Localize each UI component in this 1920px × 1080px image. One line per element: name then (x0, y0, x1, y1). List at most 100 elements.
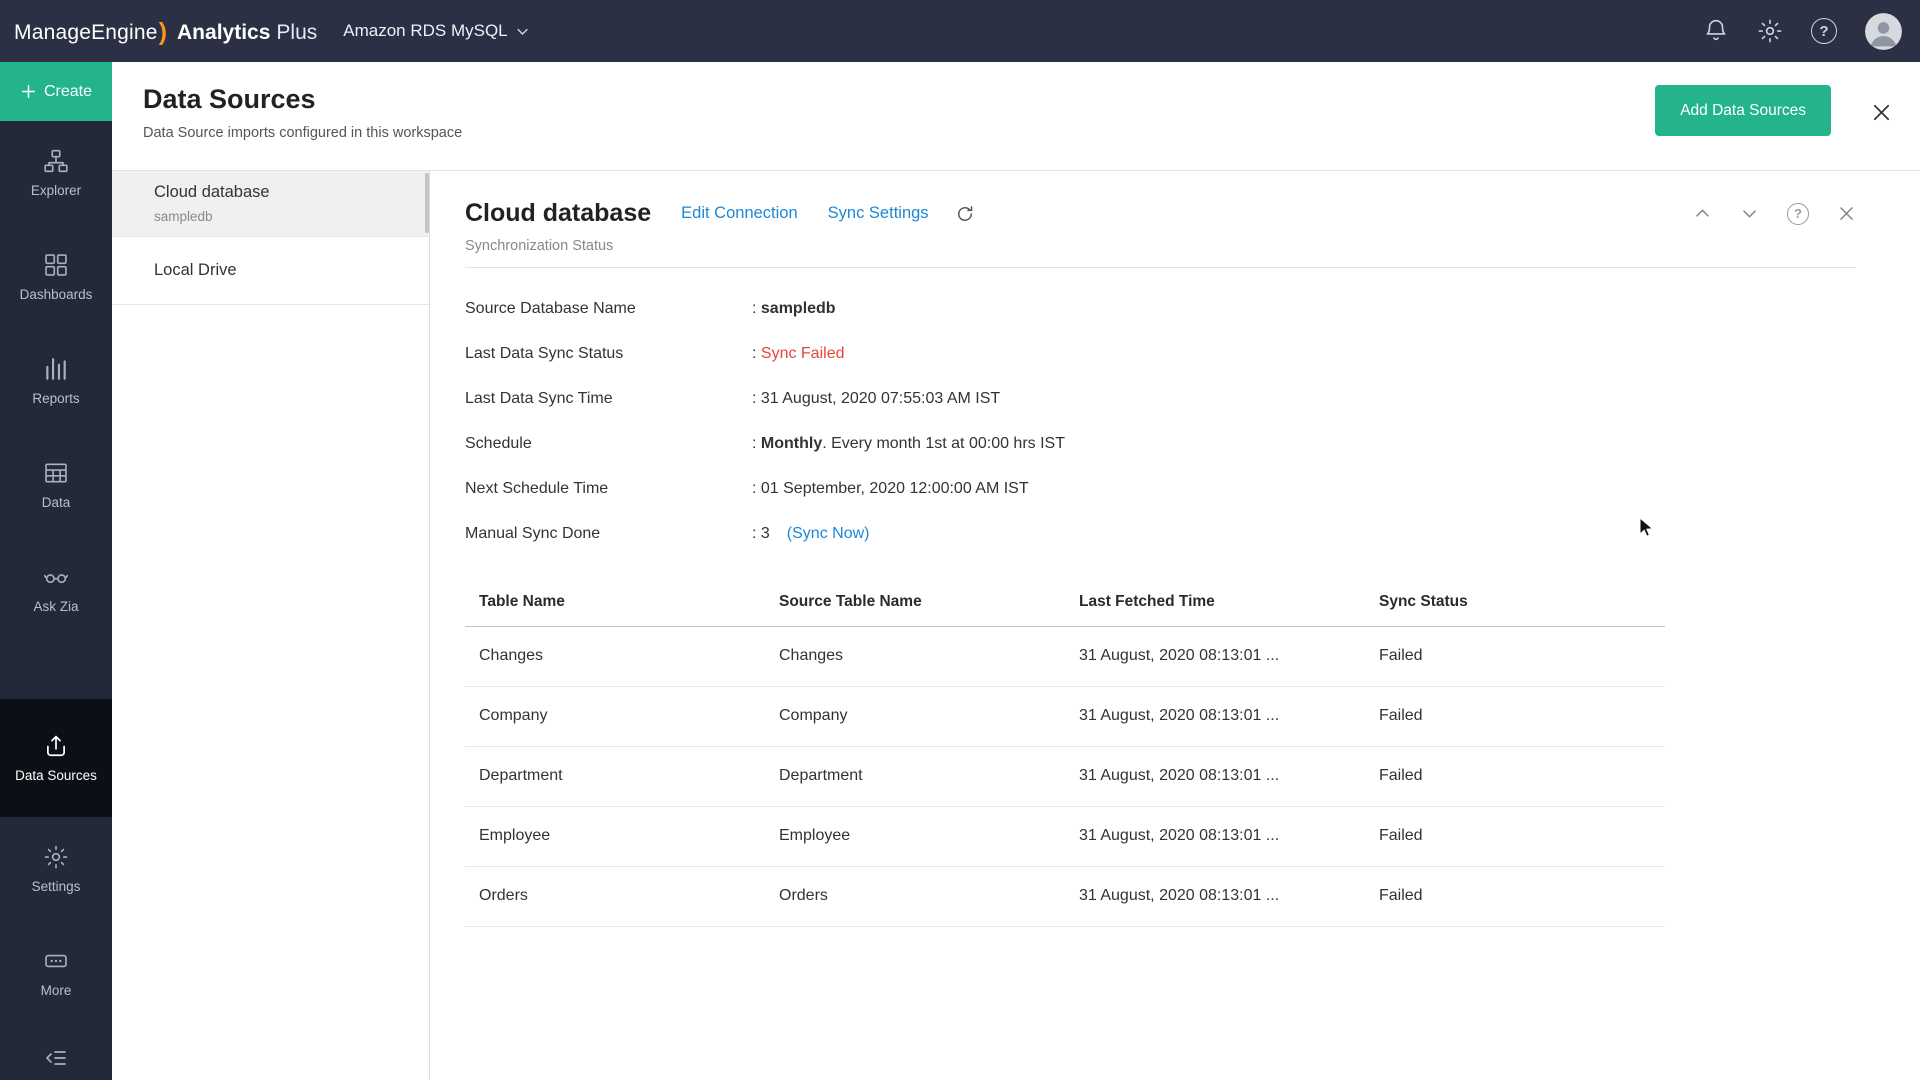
field-value: . Every month 1st at 00:00 hrs IST (822, 435, 1065, 453)
source-list-item-cloud-database[interactable]: Cloud database sampledb (112, 171, 429, 237)
cell-last-fetched-time: 31 August, 2020 08:13:01 ... (1065, 686, 1365, 746)
detail-header: Cloud database Edit Connection Sync Sett… (431, 171, 1920, 228)
cell-sync-status: Failed (1365, 746, 1665, 806)
table-row[interactable]: Department Department 31 August, 2020 08… (465, 746, 1665, 806)
source-item-title: Cloud database (154, 183, 429, 202)
brand-logo[interactable]: ManageEngine ) Analytics Plus (14, 17, 317, 46)
sidebar-item-label: Data Sources (15, 768, 97, 783)
source-item-title: Local Drive (154, 261, 429, 280)
sidebar-item-data[interactable]: Data (0, 433, 112, 537)
field-value: sampledb (761, 300, 836, 318)
detail-header-actions (1693, 203, 1856, 225)
main-panel: Data Sources Data Source imports configu… (112, 62, 1920, 1080)
explorer-icon (43, 148, 69, 174)
field-value: 01 September, 2020 12:00:00 AM IST (761, 480, 1029, 498)
refresh-icon[interactable] (955, 204, 975, 224)
data-table-icon (43, 460, 69, 486)
divider (465, 267, 1856, 268)
brand-product: Analytics (177, 21, 270, 45)
page-title: Data Sources (143, 84, 316, 115)
workspace-selector[interactable]: Amazon RDS MySQL (343, 21, 529, 41)
detail-title: Cloud database (465, 199, 651, 228)
field-manual-sync-done: Manual Sync Done 3 (Sync Now) (465, 511, 1920, 556)
chevron-down-icon[interactable] (1740, 204, 1759, 223)
table-row[interactable]: Changes Changes 31 August, 2020 08:13:01… (465, 626, 1665, 686)
settings-gear-icon[interactable] (1757, 18, 1783, 44)
cell-sync-status: Failed (1365, 626, 1665, 686)
source-item-subtitle: sampledb (154, 209, 429, 224)
topbar: ManageEngine ) Analytics Plus Amazon RDS… (0, 0, 1920, 62)
cell-last-fetched-time: 31 August, 2020 08:13:01 ... (1065, 626, 1365, 686)
data-sources-content: Cloud database sampledb Local Drive Clou… (112, 171, 1920, 1080)
chevron-up-icon[interactable] (1693, 204, 1712, 223)
cell-sync-status: Failed (1365, 866, 1665, 926)
brand-company: ManageEngine (14, 21, 158, 45)
notifications-bell-icon[interactable] (1703, 18, 1729, 44)
field-next-schedule-time: Next Schedule Time 01 September, 2020 12… (465, 466, 1920, 511)
field-label: Schedule (465, 435, 752, 453)
sync-status-fields: Source Database Name sampledb Last Data … (465, 286, 1920, 556)
status-badge: Sync Failed (761, 345, 845, 363)
help-icon[interactable] (1811, 18, 1837, 44)
sidebar-item-explorer[interactable]: Explorer (0, 121, 112, 225)
sidebar-item-data-sources[interactable]: Data Sources (0, 699, 112, 817)
workspace-selector-label: Amazon RDS MySQL (343, 21, 507, 41)
field-label: Last Data Sync Time (465, 390, 752, 408)
help-icon[interactable] (1787, 203, 1809, 225)
table-header-row: Table Name Source Table Name Last Fetche… (465, 578, 1665, 626)
field-value: 3 (761, 525, 770, 543)
brand-product-suffix: Plus (276, 21, 317, 45)
sidebar-item-reports[interactable]: Reports (0, 329, 112, 433)
sidebar-item-ask-zia[interactable]: Ask Zia (0, 537, 112, 641)
sidebar-item-label: Explorer (31, 183, 81, 198)
cell-table-name: Orders (465, 866, 765, 926)
source-list-item-local-drive[interactable]: Local Drive (112, 237, 429, 305)
data-sources-upload-icon (43, 733, 69, 759)
plus-icon (20, 83, 37, 100)
create-button[interactable]: Create (0, 62, 112, 121)
scrollbar-thumb[interactable] (425, 173, 429, 233)
sidebar-item-dashboards[interactable]: Dashboards (0, 225, 112, 329)
cell-last-fetched-time: 31 August, 2020 08:13:01 ... (1065, 806, 1365, 866)
field-value-bold: Monthly (761, 435, 822, 453)
dashboards-icon (43, 252, 69, 278)
sidebar-collapse-icon[interactable] (44, 1046, 68, 1070)
user-avatar[interactable] (1865, 13, 1902, 50)
cell-source-table-name: Department (765, 746, 1065, 806)
close-icon[interactable] (1870, 101, 1893, 124)
field-label: Source Database Name (465, 300, 752, 318)
app-root: { "topbar": { "brand": { "company": "Man… (0, 0, 1920, 1080)
cell-sync-status: Failed (1365, 806, 1665, 866)
edit-connection-link[interactable]: Edit Connection (681, 204, 798, 223)
close-icon[interactable] (1837, 204, 1856, 223)
column-header-source-table-name[interactable]: Source Table Name (765, 578, 1065, 626)
field-label: Last Data Sync Status (465, 345, 752, 363)
field-label: Manual Sync Done (465, 525, 752, 543)
source-list: Cloud database sampledb Local Drive (112, 171, 430, 1080)
add-data-sources-button[interactable]: Add Data Sources (1655, 85, 1831, 136)
cell-sync-status: Failed (1365, 686, 1665, 746)
table-row[interactable]: Orders Orders 31 August, 2020 08:13:01 .… (465, 866, 1665, 926)
chevron-down-icon (515, 24, 530, 39)
sidebar-item-label: Data (42, 495, 71, 510)
cell-last-fetched-time: 31 August, 2020 08:13:01 ... (1065, 866, 1365, 926)
column-header-sync-status[interactable]: Sync Status (1365, 578, 1665, 626)
sidebar-item-label: Dashboards (20, 287, 93, 302)
field-schedule: Schedule Monthly. Every month 1st at 00:… (465, 421, 1920, 466)
sidebar-item-more[interactable]: More (0, 921, 112, 1025)
sidebar-item-settings[interactable]: Settings (0, 817, 112, 921)
cell-table-name: Department (465, 746, 765, 806)
column-header-last-fetched-time[interactable]: Last Fetched Time (1065, 578, 1365, 626)
table-row[interactable]: Company Company 31 August, 2020 08:13:01… (465, 686, 1665, 746)
sync-now-link[interactable]: (Sync Now) (787, 525, 870, 543)
sidebar-item-label: More (41, 983, 72, 998)
field-last-data-sync-time: Last Data Sync Time 31 August, 2020 07:5… (465, 376, 1920, 421)
column-header-table-name[interactable]: Table Name (465, 578, 765, 626)
sidebar-item-label: Ask Zia (33, 599, 78, 614)
sync-settings-link[interactable]: Sync Settings (828, 204, 929, 223)
table-row[interactable]: Employee Employee 31 August, 2020 08:13:… (465, 806, 1665, 866)
zia-glasses-icon (43, 564, 69, 590)
more-ellipsis-icon (43, 948, 69, 974)
sidebar: Create Explorer Dashboards Reports Data … (0, 62, 112, 1080)
cell-table-name: Employee (465, 806, 765, 866)
